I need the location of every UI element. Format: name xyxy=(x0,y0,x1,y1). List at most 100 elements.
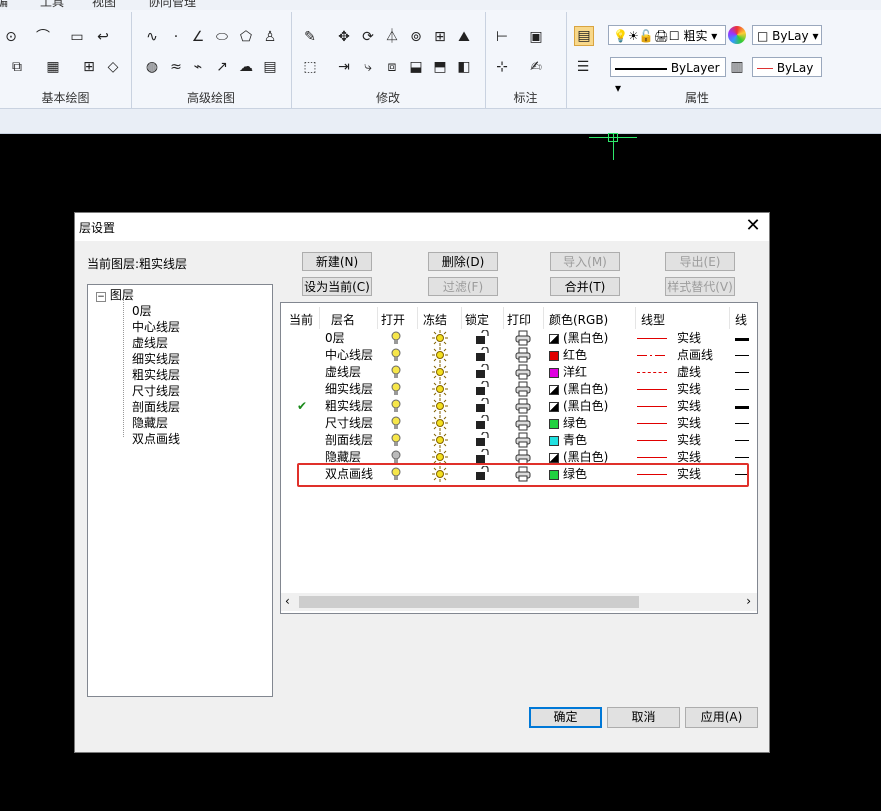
color-swatch[interactable] xyxy=(549,368,559,378)
color-wheel-icon[interactable] xyxy=(728,26,746,44)
chamfer-icon[interactable]: ⤷ xyxy=(359,58,377,76)
column-header-name[interactable]: 层名 xyxy=(331,311,355,329)
tree-item[interactable]: 虚线层 xyxy=(132,335,168,351)
wave-icon[interactable]: ≈ xyxy=(167,58,185,76)
menu-view[interactable]: 视图 xyxy=(92,0,116,10)
trim-icon[interactable]: ⬚ xyxy=(301,58,319,76)
column-header-lineweight[interactable]: 线 xyxy=(735,311,747,329)
text-icon[interactable]: ♙ xyxy=(261,28,279,46)
linetype-combo[interactable]: ByLayer ▾ xyxy=(610,57,726,95)
bulb-icon[interactable] xyxy=(391,398,401,414)
color-name[interactable]: (黑白色) xyxy=(563,330,608,347)
scroll-thumb[interactable] xyxy=(299,596,639,608)
linetype-name[interactable]: 实线 xyxy=(677,330,701,347)
linetype-name[interactable]: 实线 xyxy=(677,381,701,398)
column-header-linetype[interactable]: 线型 xyxy=(641,311,665,329)
column-header-on[interactable]: 打开 xyxy=(381,311,405,329)
tree-item[interactable]: 中心线层 xyxy=(132,319,180,335)
bulb-icon[interactable] xyxy=(391,347,401,363)
tree-item[interactable]: 0层 xyxy=(132,303,152,319)
scale-icon[interactable]: ⧈ xyxy=(383,58,401,76)
extend-icon[interactable]: ⇥ xyxy=(335,58,353,76)
color-swatch[interactable] xyxy=(549,385,559,395)
freeze-sun-icon[interactable] xyxy=(432,415,448,431)
column-header-lock[interactable]: 锁定 xyxy=(465,311,489,329)
bulb-icon[interactable] xyxy=(391,381,401,397)
lineweight-icon[interactable]: ☰ xyxy=(574,58,592,76)
unlock-icon[interactable] xyxy=(475,414,489,431)
polyline-icon[interactable]: ↩ xyxy=(94,28,112,46)
printer-icon[interactable] xyxy=(515,398,531,414)
menu-collab[interactable]: 协同管理 xyxy=(148,0,196,10)
spline-icon[interactable]: ∿ xyxy=(143,28,161,46)
export-button[interactable]: 导出(E) xyxy=(665,252,735,271)
menu-edit[interactable]: 编 xyxy=(0,0,8,10)
freeze-sun-icon[interactable] xyxy=(432,364,448,380)
region-icon[interactable]: ◇ xyxy=(104,58,122,76)
layer-name[interactable]: 虚线层 xyxy=(325,364,361,381)
freeze-sun-icon[interactable] xyxy=(432,330,448,346)
break-line-icon[interactable]: ⌁ xyxy=(189,58,207,76)
layer-name[interactable]: 粗实线层 xyxy=(325,398,373,415)
layer-name[interactable]: 剖面线层 xyxy=(325,432,373,449)
unlock-icon[interactable] xyxy=(475,363,489,380)
column-header-current[interactable]: 当前 xyxy=(289,311,313,329)
color-name[interactable]: 绿色 xyxy=(563,415,587,432)
circle-icon[interactable]: ⊙ xyxy=(2,28,20,46)
unlock-icon[interactable] xyxy=(475,380,489,397)
ellipse-icon[interactable]: ⬭ xyxy=(213,28,231,46)
bulb-icon[interactable] xyxy=(391,364,401,380)
arc-icon[interactable]: ⌒ xyxy=(34,28,52,46)
freeze-sun-icon[interactable] xyxy=(432,347,448,363)
linetype-name[interactable]: 点画线 xyxy=(677,347,713,364)
bulb-icon[interactable] xyxy=(391,432,401,448)
lineweight-combo[interactable]: ByLay xyxy=(752,57,822,77)
layer-name[interactable]: 0层 xyxy=(325,330,345,347)
color-name[interactable]: (黑白色) xyxy=(563,398,608,415)
collapse-icon[interactable]: − xyxy=(96,292,106,302)
hatch-tool-icon[interactable]: ▦ xyxy=(44,58,62,76)
layer-name[interactable]: 细实线层 xyxy=(325,381,373,398)
boundary-icon[interactable]: ⊞ xyxy=(80,58,98,76)
printer-icon[interactable] xyxy=(515,415,531,431)
cloud-icon[interactable]: ☁ xyxy=(237,58,255,76)
color-name[interactable]: 青色 xyxy=(563,432,587,449)
scroll-right-icon[interactable]: › xyxy=(746,594,751,608)
close-icon[interactable]: ✕ xyxy=(743,215,763,237)
unlock-icon[interactable] xyxy=(475,431,489,448)
linetype-name[interactable]: 虚线 xyxy=(677,364,701,381)
bulb-icon[interactable] xyxy=(391,330,401,346)
color-swatch[interactable] xyxy=(549,334,559,344)
arrow-icon[interactable]: ↗ xyxy=(213,58,231,76)
linetype-name[interactable]: 实线 xyxy=(677,415,701,432)
printer-icon[interactable] xyxy=(515,347,531,363)
dimension-edit-icon[interactable]: ✍ xyxy=(527,58,545,76)
color-combo[interactable]: □ ByLay ▾ xyxy=(752,25,822,45)
ok-button[interactable]: 确定 xyxy=(529,707,602,728)
printer-icon[interactable] xyxy=(515,432,531,448)
freeze-sun-icon[interactable] xyxy=(432,398,448,414)
rectangle-icon[interactable]: ▭ xyxy=(68,28,86,46)
tree-item[interactable]: 粗实线层 xyxy=(132,367,180,383)
freeze-sun-icon[interactable] xyxy=(432,381,448,397)
rotate-icon[interactable]: ⟳ xyxy=(359,28,377,46)
column-header-freeze[interactable]: 冻结 xyxy=(423,311,447,329)
polygon-icon[interactable]: ⬠ xyxy=(237,28,255,46)
cancel-button[interactable]: 取消 xyxy=(607,707,680,728)
column-header-print[interactable]: 打印 xyxy=(507,311,531,329)
color-name[interactable]: 红色 xyxy=(563,347,587,364)
table-icon[interactable]: ▤ xyxy=(261,58,279,76)
horizontal-scrollbar[interactable]: ‹ › xyxy=(281,593,757,611)
tree-item[interactable]: 细实线层 xyxy=(132,351,180,367)
properties-paste-icon[interactable]: ◧ xyxy=(455,58,473,76)
set-current-button[interactable]: 设为当前(C) xyxy=(302,277,372,296)
join-icon[interactable]: ⬒ xyxy=(431,58,449,76)
move-icon[interactable]: ✥ xyxy=(335,28,353,46)
angle-icon[interactable]: ∠ xyxy=(189,28,207,46)
layer-name[interactable]: 尺寸线层 xyxy=(325,415,373,432)
color-swatch[interactable] xyxy=(549,436,559,446)
color-swatch[interactable] xyxy=(549,402,559,412)
style-replace-button[interactable]: 样式替代(V) xyxy=(665,277,735,296)
color-swatch[interactable] xyxy=(549,351,559,361)
color-name[interactable]: 洋红 xyxy=(563,364,587,381)
